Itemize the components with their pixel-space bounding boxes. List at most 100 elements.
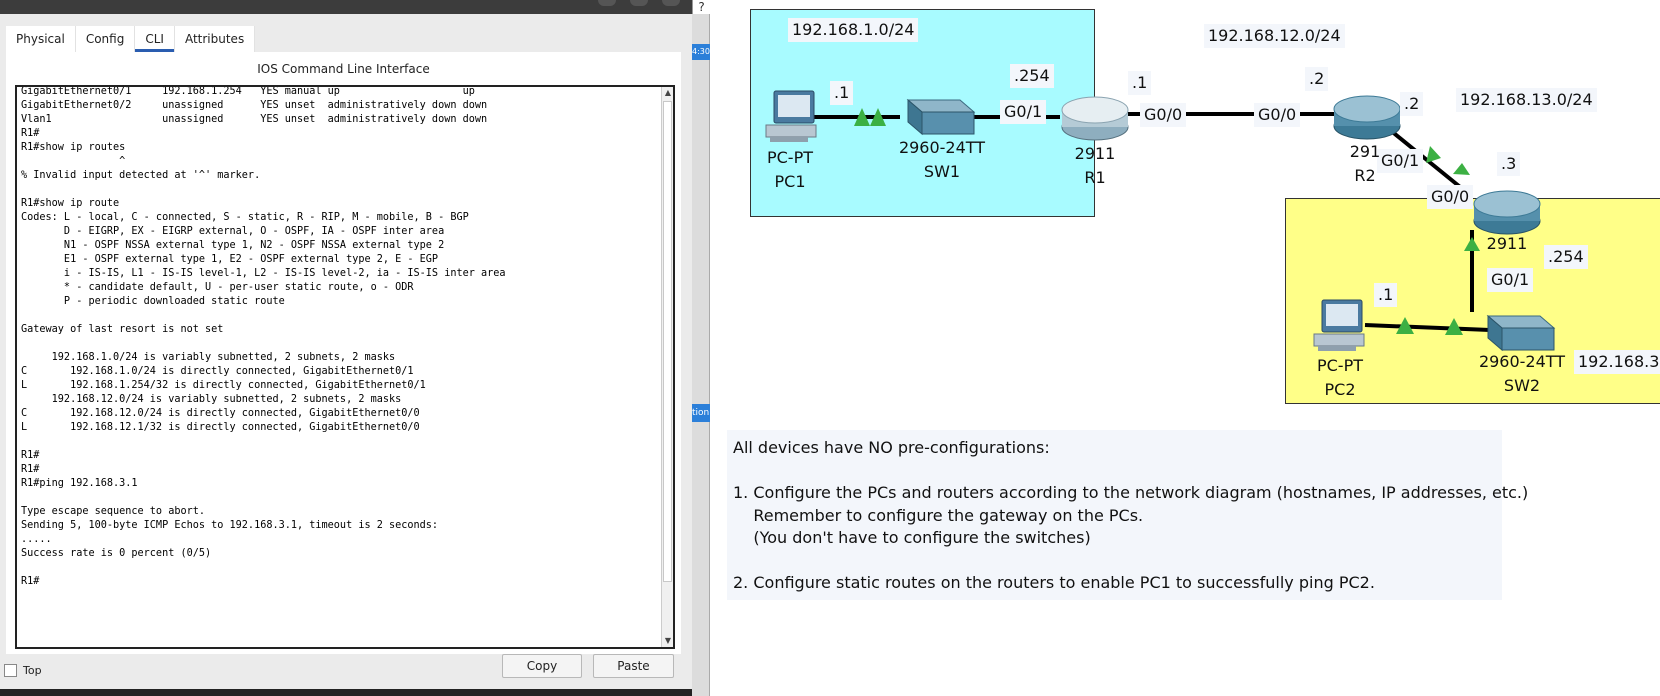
sw2-label[interactable]: 2960-24TT SW2 xyxy=(1472,350,1572,398)
subnet-label-lan3: 192.168.3 xyxy=(1574,350,1660,374)
network-diagram: 192.168.1.0/24 192.168.12.0/24 192.168.1… xyxy=(710,0,1660,696)
r3-g01-ip-label: .254 xyxy=(1544,245,1588,269)
scroll-thumb[interactable] xyxy=(663,101,672,582)
r1-g01-ip-label: .254 xyxy=(1010,64,1054,88)
r3-g00-interface-label: G0/0 xyxy=(1427,185,1474,209)
tab-attributes[interactable]: Attributes xyxy=(174,26,256,52)
tab-physical[interactable]: Physical xyxy=(6,26,76,52)
subnet-label-r1-r2: 192.168.12.0/24 xyxy=(1204,24,1345,48)
r2-icon xyxy=(1333,95,1401,140)
maximize-button[interactable] xyxy=(630,0,648,6)
dialog-titlebar xyxy=(0,0,692,14)
terminal-line: Codes: L - local, C - connected, S - sta… xyxy=(21,212,469,223)
link-up-marker xyxy=(1464,237,1480,251)
tab-cli[interactable]: CLI xyxy=(135,26,175,52)
pc1-icon xyxy=(765,90,817,142)
terminal-line: R1#show ip routes xyxy=(21,142,126,153)
terminal-line: N1 - OSPF NSSA external type 1, N2 - OSP… xyxy=(21,240,445,251)
r1-name: R1 xyxy=(1084,168,1106,187)
r2-model: 291 xyxy=(1349,142,1381,161)
r2-label[interactable]: 291 R2 xyxy=(1340,140,1390,188)
r3-g01-interface-label: G0/1 xyxy=(1487,268,1534,292)
terminal-line: C 192.168.12.0/24 is directly connected,… xyxy=(21,408,420,419)
terminal-line: R1# xyxy=(21,450,40,461)
background-window-tag: 4:30 xyxy=(692,44,710,60)
terminal-line: R1# xyxy=(21,464,40,475)
terminal-line: ..... xyxy=(21,534,52,545)
terminal-line: i - IS-IS, L1 - IS-IS level-1, L2 - IS-I… xyxy=(21,268,506,279)
terminal-line: Type escape sequence to abort. xyxy=(21,506,206,517)
terminal-line: R1# xyxy=(21,128,40,139)
sw1-label[interactable]: 2960-24TT SW1 xyxy=(892,136,992,184)
pc1-ip-label: .1 xyxy=(830,81,854,105)
top-checkbox[interactable] xyxy=(4,663,17,677)
terminal-line: Gateway of last resort is not set xyxy=(21,324,224,335)
r1-label[interactable]: 2911 R1 xyxy=(1065,142,1125,190)
cli-panel: IOS Command Line Interface GigabitEthern… xyxy=(6,52,681,678)
pc2-label[interactable]: PC-PT PC2 xyxy=(1310,354,1370,402)
r1-g00-interface-label: G0/0 xyxy=(1140,103,1187,127)
pc2-icon xyxy=(1313,299,1365,351)
pc1-model: PC-PT xyxy=(766,148,813,167)
r1-g00-ip-label: .1 xyxy=(1128,71,1152,95)
terminal-line: GigabitEthernet0/2 unassigned YES unset … xyxy=(21,100,488,111)
link-pc2-sw2 xyxy=(1364,323,1491,332)
terminal-line: ^ xyxy=(21,156,126,167)
pc1-label[interactable]: PC-PT PC1 xyxy=(760,146,820,194)
scroll-down-arrow-icon[interactable]: ▼ xyxy=(662,635,673,647)
device-dialog: Physical Config CLI Attributes IOS Comma… xyxy=(0,0,692,696)
terminal-line: * - candidate default, U - per-user stat… xyxy=(21,282,414,293)
terminal-line: R1#ping 192.168.3.1 xyxy=(21,478,138,489)
terminal-line: D - EIGRP, EX - EIGRP external, O - OSPF… xyxy=(21,226,445,237)
terminal-line: L 192.168.1.254/32 is directly connected… xyxy=(21,380,426,391)
r2-g00-interface-label: G0/0 xyxy=(1254,103,1301,127)
terminal-line: Sending 5, 100-byte ICMP Echos to 192.16… xyxy=(21,520,439,531)
r1-g01-interface-label: G0/1 xyxy=(1000,100,1047,124)
subnet-label-lan1: 192.168.1.0/24 xyxy=(788,18,919,42)
r2-name: R2 xyxy=(1354,166,1376,185)
r3-g00-ip-label: .3 xyxy=(1497,152,1521,176)
terminal-scrollbar[interactable]: ▲ ▼ xyxy=(661,87,673,647)
sw2-icon xyxy=(1486,314,1556,352)
cli-panel-title: IOS Command Line Interface xyxy=(257,62,430,76)
r2-g00-ip-label: .2 xyxy=(1305,67,1329,91)
cli-terminal[interactable]: GigabitEthernet0/1 192.168.1.254 YES man… xyxy=(15,85,675,649)
top-checkbox-label: Top xyxy=(23,663,42,677)
terminal-line: GigabitEthernet0/1 192.168.1.254 YES man… xyxy=(21,86,475,97)
background-window-strip xyxy=(692,14,710,696)
terminal-line: L 192.168.12.1/32 is directly connected,… xyxy=(21,422,420,433)
taskbar-strip xyxy=(0,689,692,696)
sw1-name: SW1 xyxy=(923,162,961,181)
background-window-tab[interactable]: tion xyxy=(692,404,710,422)
pc2-name: PC2 xyxy=(1324,380,1356,399)
r2-g01-ip-label: .2 xyxy=(1400,92,1424,116)
terminal-line: P - periodic downloaded static route xyxy=(21,296,285,307)
copy-button[interactable]: Copy xyxy=(502,654,582,678)
minimize-button[interactable] xyxy=(598,0,616,6)
r3-label[interactable]: 2911 xyxy=(1482,232,1532,256)
pc2-model: PC-PT xyxy=(1316,356,1363,375)
help-button[interactable]: ? xyxy=(692,0,710,14)
paste-button[interactable]: Paste xyxy=(593,654,674,678)
terminal-line: % Invalid input detected at '^' marker. xyxy=(21,170,261,181)
r3-model: 2911 xyxy=(1486,234,1528,253)
sw1-model: 2960-24TT xyxy=(898,138,986,157)
subnet-label-r2-r3: 192.168.13.0/24 xyxy=(1456,88,1597,112)
pc2-ip-label: .1 xyxy=(1374,283,1398,307)
link-up-marker xyxy=(1426,146,1441,163)
close-button[interactable] xyxy=(662,0,680,6)
scroll-up-arrow-icon[interactable]: ▲ xyxy=(662,87,673,99)
terminal-line: Success rate is 0 percent (0/5) xyxy=(21,548,212,559)
sw1-icon xyxy=(906,98,976,136)
terminal-line: 192.168.12.0/24 is variably subnetted, 2… xyxy=(21,394,402,405)
tab-config[interactable]: Config xyxy=(75,26,136,52)
r3-icon xyxy=(1473,190,1541,235)
terminal-line: E1 - OSPF external type 1, E2 - OSPF ext… xyxy=(21,254,439,265)
terminal-line: 192.168.1.0/24 is variably subnetted, 2 … xyxy=(21,352,396,363)
sw2-name: SW2 xyxy=(1503,376,1541,395)
terminal-line: Vlan1 unassigned YES unset administrativ… xyxy=(21,114,488,125)
